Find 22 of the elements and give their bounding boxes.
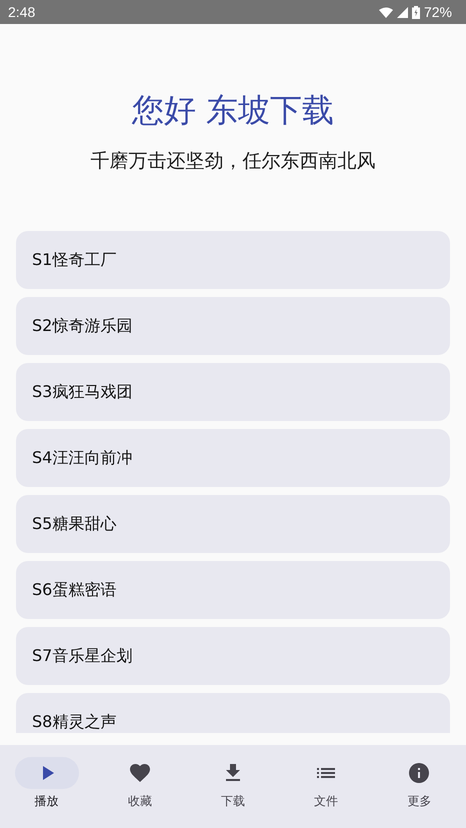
nav-tab[interactable]: 更多 [372,757,466,828]
app-title: 您好 东坡下载 [132,90,334,131]
info-icon [407,761,432,785]
nav-tab[interactable]: 文件 [280,757,373,828]
nav-tab[interactable]: 收藏 [93,757,186,828]
episode-item[interactable]: S4汪汪向前冲 [16,429,450,487]
episode-item[interactable]: S7音乐星企划 [16,627,450,685]
episode-item[interactable]: S1怪奇工厂 [16,231,450,289]
nav-tab[interactable]: 播放 [0,757,94,828]
episode-item[interactable]: S6蛋糕密语 [16,561,450,619]
clock: 2:48 [8,4,36,20]
episode-item[interactable]: S3疯狂马戏团 [16,363,450,421]
heart-icon [128,761,152,785]
episode-item[interactable]: S2惊奇游乐园 [16,297,450,355]
subtitle: 千磨万击还坚劲，任尔东西南北风 [90,149,376,174]
wifi-icon [378,6,393,18]
nav-tab[interactable]: 下载 [186,757,280,828]
battery-icon [412,6,420,18]
battery-percent: 72% [424,4,452,20]
episode-item[interactable]: S8精灵之声 [16,693,450,733]
episode-item[interactable]: S5糖果甜心 [16,495,450,553]
signal-icon [396,6,408,18]
